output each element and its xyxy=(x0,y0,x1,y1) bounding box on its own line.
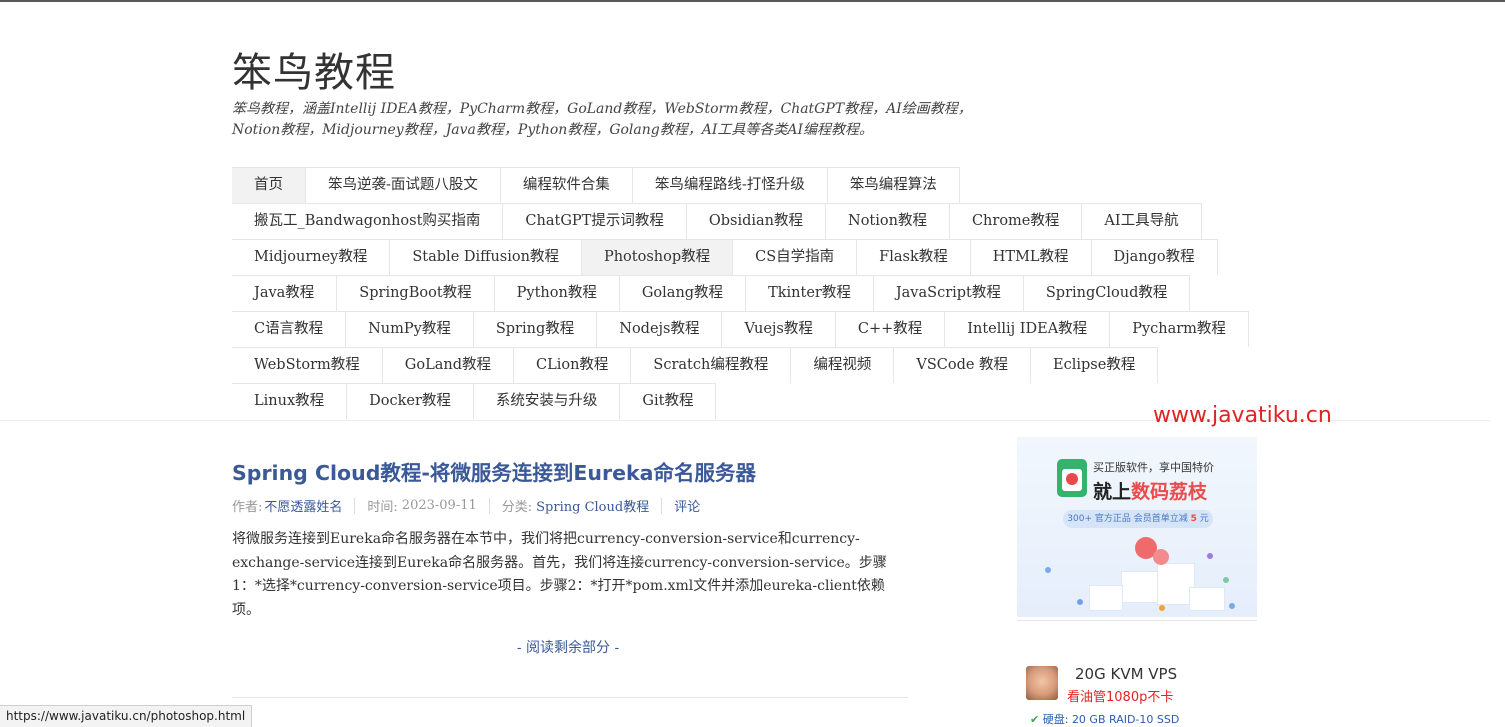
ad-divider xyxy=(1017,620,1257,621)
nav-item[interactable]: Spring教程 xyxy=(473,311,598,347)
nav-item[interactable]: C语言教程 xyxy=(232,311,347,347)
post-title-link[interactable]: Spring Cloud教程-将微服务连接到Eureka命名服务器 xyxy=(232,456,756,486)
category-link[interactable]: Spring Cloud教程 xyxy=(536,496,649,515)
post-excerpt: 将微服务连接到Eureka命名服务器在本节中，我们将把currency-conv… xyxy=(232,531,887,618)
nav-item[interactable]: SpringCloud教程 xyxy=(1023,275,1191,311)
nav-item[interactable]: VSCode 教程 xyxy=(894,347,1032,383)
nav-item[interactable]: Intellij IDEA教程 xyxy=(945,311,1111,347)
nav-item[interactable]: Nodejs教程 xyxy=(597,311,723,347)
nav-item[interactable]: Obsidian教程 xyxy=(686,203,826,239)
post-meta: 作者: 不愿透露姓名 时间: 2023-09-11 分类: Spring Clo… xyxy=(232,496,700,515)
post-date: 2023-09-11 xyxy=(401,498,477,513)
nav-item[interactable]: 笨鸟编程路线-打怪升级 xyxy=(632,167,828,203)
author-label: 作者: xyxy=(232,500,263,515)
decor-dot xyxy=(1223,577,1229,583)
nav-item[interactable]: AI工具导航 xyxy=(1082,203,1202,239)
checkmark-icon: ✔ xyxy=(1030,713,1040,726)
vps-ad-spec-label: 硬盘: xyxy=(1042,713,1069,726)
nav-item[interactable]: CS自学指南 xyxy=(733,239,858,275)
nav-item[interactable]: Golang教程 xyxy=(619,275,747,311)
decor-dot xyxy=(1045,567,1051,573)
lychee-logo-icon xyxy=(1057,459,1087,497)
nav-item[interactable]: Vuejs教程 xyxy=(722,311,836,347)
lychee-icon xyxy=(1153,549,1169,565)
author-link[interactable]: 不愿透露姓名 xyxy=(264,496,342,515)
nav-item[interactable]: Python教程 xyxy=(494,275,620,311)
nav-item[interactable]: NumPy教程 xyxy=(346,311,474,347)
ad-tagline: 买正版软件，享中国特价 xyxy=(1093,461,1214,474)
browser-status-url: https://www.javatiku.cn/photoshop.html xyxy=(0,705,253,727)
nav-item[interactable]: Scratch编程教程 xyxy=(631,347,792,383)
decor-cube xyxy=(1089,585,1123,611)
nav-item[interactable]: SpringBoot教程 xyxy=(337,275,495,311)
nav-item[interactable]: Git教程 xyxy=(620,383,717,419)
decor-cube xyxy=(1189,587,1225,611)
comments-link[interactable]: 评论 xyxy=(674,496,700,515)
site-description: 笨鸟教程，涵盖Intellij IDEA教程，PyCharm教程，GoLand教… xyxy=(232,101,972,138)
nav-item[interactable]: WebStorm教程 xyxy=(232,347,383,383)
nav-item[interactable]: 编程软件合集 xyxy=(500,167,633,203)
nav-item[interactable]: CLion教程 xyxy=(513,347,632,383)
ad-headline-brand: 数码荔枝 xyxy=(1131,481,1208,503)
nav-item[interactable]: 编程视频 xyxy=(791,347,895,383)
main-nav: 首页 笨鸟逆袭-面试题八股文 编程软件合集 笨鸟编程路线-打怪升级 笨鸟编程算法搬瓦工_… xyxy=(232,167,1262,419)
watermark: www.javatiku.cn xyxy=(1153,403,1332,428)
nav-item[interactable]: Flask教程 xyxy=(857,239,971,275)
nav-item[interactable]: Tkinter教程 xyxy=(746,275,874,311)
ad-promo-text: 300+ 官方正品 会员首单立减 xyxy=(1067,514,1191,524)
ad-headline: 就上数码荔枝 xyxy=(1093,477,1207,504)
nav-item[interactable]: Pycharm教程 xyxy=(1110,311,1249,347)
read-more-link[interactable]: - 阅读剩余部分 - xyxy=(232,637,904,657)
site-title[interactable]: 笨鸟教程 xyxy=(232,40,396,98)
category-label: 分类: xyxy=(501,500,533,515)
nav-item[interactable]: ChatGPT提示词教程 xyxy=(503,203,687,239)
nav-item[interactable]: Linux教程 xyxy=(232,383,348,419)
nav-item[interactable]: 系统安装与升级 xyxy=(473,383,621,419)
vps-ad-title: 20G KVM VPS xyxy=(1075,665,1178,683)
nav-item[interactable]: 笨鸟逆袭-面试题八股文 xyxy=(306,167,501,203)
sidebar-ad-banner[interactable]: 买正版软件，享中国特价 就上数码荔枝 300+ 官方正品 会员首单立减 5 元 xyxy=(1017,437,1257,617)
ad-promo-pill: 300+ 官方正品 会员首单立减 5 元 xyxy=(1063,510,1213,528)
nav-item[interactable]: 笨鸟编程算法 xyxy=(827,167,960,203)
nav-item[interactable]: 搬瓦工_Bandwagonhost购买指南 xyxy=(232,203,504,239)
nav-item[interactable]: Django教程 xyxy=(1091,239,1218,275)
vps-ad-subtitle: 看油管1080p不卡 xyxy=(1067,690,1174,705)
nav-item[interactable]: Java教程 xyxy=(232,275,338,311)
nav-item[interactable]: Midjourney教程 xyxy=(232,239,391,275)
time-label: 时间: xyxy=(367,500,398,515)
nav-item[interactable]: Photoshop教程 xyxy=(581,239,734,275)
nav-item[interactable]: Eclipse教程 xyxy=(1031,347,1159,383)
browser-top-border xyxy=(0,0,1505,2)
ad-promo-suffix: 元 xyxy=(1196,514,1209,524)
meta-separator xyxy=(661,497,663,514)
nav-item[interactable]: C++教程 xyxy=(835,311,946,347)
nav-item[interactable]: Docker教程 xyxy=(347,383,474,419)
decor-dot xyxy=(1229,603,1235,609)
decor-dot xyxy=(1159,605,1165,611)
vps-ad-spec-value: 20 GB RAID-10 SSD xyxy=(1071,713,1180,726)
nav-item[interactable]: Notion教程 xyxy=(826,203,950,239)
decor-dot xyxy=(1077,599,1083,605)
nav-item[interactable]: JavaScript教程 xyxy=(873,275,1024,311)
nav-item[interactable]: 首页 xyxy=(232,167,306,203)
post-divider xyxy=(232,697,908,698)
meta-separator xyxy=(488,497,490,514)
meta-separator xyxy=(354,497,356,514)
sidebar-vps-ad[interactable]: 20G KVM VPS 看油管1080p不卡 ✔ 硬盘: 20 GB RAID-… xyxy=(1022,664,1262,726)
ad-headline-prefix: 就上 xyxy=(1093,481,1132,503)
nav-item[interactable]: Stable Diffusion教程 xyxy=(390,239,582,275)
nav-item[interactable]: GoLand教程 xyxy=(382,347,514,383)
nav-item[interactable]: Chrome教程 xyxy=(949,203,1083,239)
avatar xyxy=(1026,666,1058,700)
decor-dot xyxy=(1207,553,1213,559)
vps-ad-spec: ✔ 硬盘: 20 GB RAID-10 SSD xyxy=(1030,711,1179,727)
nav-item[interactable]: HTML教程 xyxy=(970,239,1092,275)
